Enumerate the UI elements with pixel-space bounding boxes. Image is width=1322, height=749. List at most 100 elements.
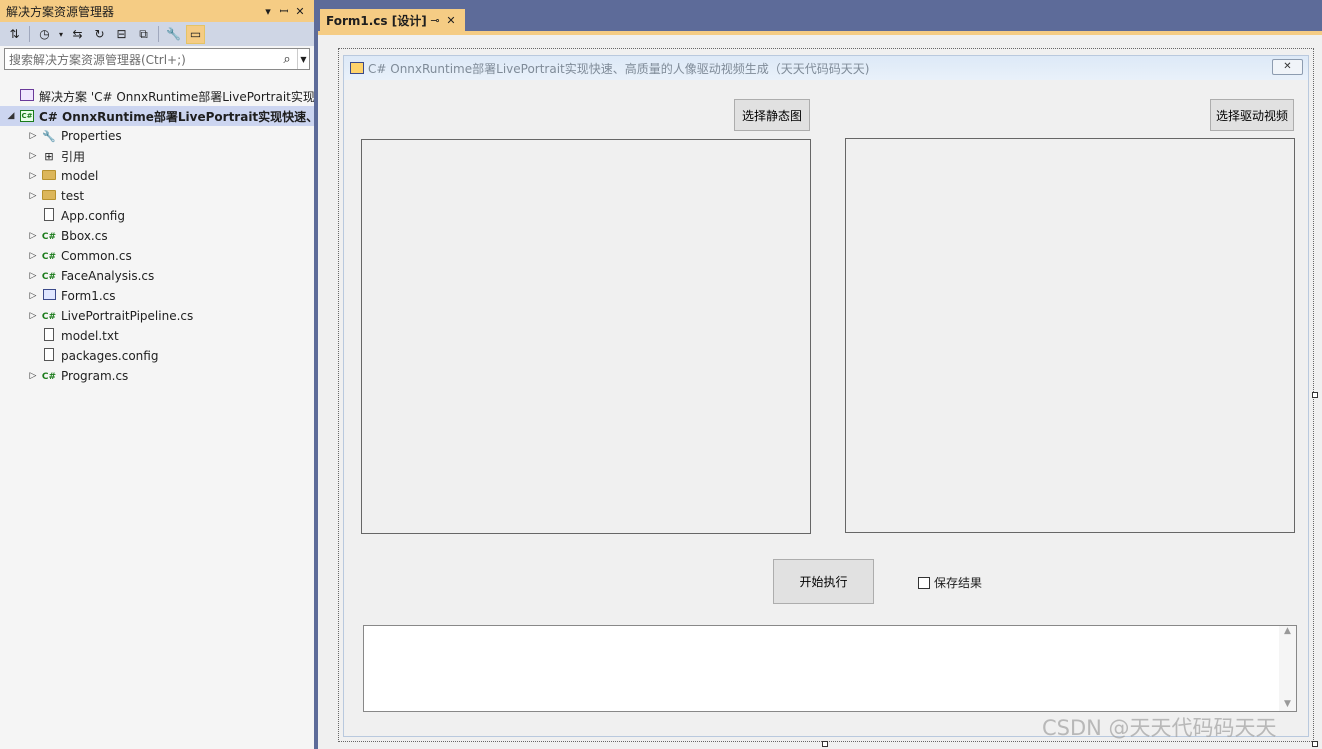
csharp-file-icon: C#: [41, 231, 57, 242]
properties-wrench-icon[interactable]: 🔧: [164, 25, 183, 44]
tree-item-label: 引用: [61, 149, 86, 164]
watermark: CSDN @天天代码码天天: [1042, 716, 1277, 740]
tree-item[interactable]: ▷ C# LivePortraitPipeline.cs: [0, 306, 314, 326]
tree-solution-label: 解决方案 'C# OnnxRuntime部署LivePortrait实现快: [39, 89, 314, 104]
tree-item-label: App.config: [61, 209, 125, 223]
run-button[interactable]: 开始执行: [773, 559, 874, 604]
dropdown-arrow-icon[interactable]: ▾: [57, 25, 65, 44]
solution-explorer-toolbar: ⇅ ◷ ▾ ⇆ ↻ ⊟ ⧉ 🔧 ▭: [0, 22, 314, 46]
auto-hide-pin-icon[interactable]: ꟷ: [276, 4, 292, 19]
tree-item[interactable]: model.txt: [0, 326, 314, 346]
save-result-checkbox[interactable]: 保存结果: [918, 574, 982, 591]
driving-video-picturebox[interactable]: [845, 138, 1295, 533]
tree-item-label: FaceAnalysis.cs: [61, 269, 155, 283]
tree-item-label: Form1.cs: [61, 289, 116, 303]
tree-item-label: Common.cs: [61, 249, 132, 263]
preview-selected-icon[interactable]: ▭: [186, 24, 205, 44]
tree-item-label: model.txt: [61, 329, 119, 343]
csharp-file-icon: C#: [41, 271, 57, 282]
expand-arrow-icon[interactable]: ▷: [26, 271, 40, 281]
form-file-icon: [40, 289, 58, 303]
tree-item[interactable]: ▷ 🔧 Properties: [0, 126, 314, 146]
tree-item[interactable]: ▷ C# Common.cs: [0, 246, 314, 266]
csharp-file-icon: C#: [41, 371, 57, 382]
close-icon[interactable]: ✕: [292, 5, 308, 18]
pane-menu-icon[interactable]: ▾: [260, 5, 276, 18]
checkbox-label: 保存结果: [934, 576, 983, 590]
search-icon[interactable]: ⌕: [277, 52, 297, 67]
expand-arrow-icon[interactable]: ▷: [26, 311, 40, 321]
tree-item[interactable]: ▷ C# Bbox.cs: [0, 226, 314, 246]
resize-handle-bottom[interactable]: [822, 741, 828, 747]
expand-arrow-icon[interactable]: ▷: [26, 151, 40, 161]
resize-handle-corner[interactable]: [1312, 741, 1318, 747]
form-title-bar: C# OnnxRuntime部署LivePortrait实现快速、高质量的人像驱…: [344, 56, 1308, 80]
tree-project-node[interactable]: ◢ C# C# OnnxRuntime部署LivePortrait实现快速、: [0, 106, 314, 126]
tree-item[interactable]: packages.config: [0, 346, 314, 366]
expand-arrow-icon[interactable]: ▷: [26, 231, 40, 241]
tree-item[interactable]: ▷ C# Program.cs: [0, 366, 314, 386]
search-options-dropdown-icon[interactable]: ▼: [297, 49, 309, 69]
project-items: ▷ 🔧 Properties ▷ ⊞ 引用 ▷ model ▷ test App.config ▷ C#…: [0, 126, 314, 386]
switch-views-icon[interactable]: ⇅: [5, 25, 24, 44]
checkbox-box[interactable]: [918, 576, 930, 589]
tree-item-label: Program.cs: [61, 369, 129, 383]
solution-explorer-search[interactable]: 搜索解决方案资源管理器(Ctrl+;) ⌕ ▼: [4, 48, 310, 70]
tree-project-label: C# OnnxRuntime部署LivePortrait实现快速、: [39, 109, 314, 124]
config-file-icon: [40, 208, 58, 224]
expand-arrow-icon[interactable]: ▷: [26, 371, 40, 381]
expand-arrow-icon[interactable]: ▷: [26, 251, 40, 261]
tree-item-label: packages.config: [61, 349, 159, 363]
solution-explorer-title: 解决方案资源管理器: [6, 4, 115, 19]
text-file-icon: [40, 328, 58, 344]
form-title: C# OnnxRuntime部署LivePortrait实现快速、高质量的人像驱…: [368, 61, 870, 76]
form-app-icon: [350, 62, 364, 74]
tab-form1-designer[interactable]: Form1.cs [设计] ⊸ ✕: [320, 9, 465, 31]
csharp-project-icon: C#: [20, 110, 34, 122]
tab-label: Form1.cs [设计]: [326, 13, 427, 28]
tree-item-label: Properties: [61, 129, 122, 143]
resize-handle-right[interactable]: [1312, 392, 1318, 398]
solution-explorer-header: 解决方案资源管理器 ▾ ꟷ ✕: [0, 0, 314, 22]
tree-item[interactable]: ▷ model: [0, 166, 314, 186]
scroll-up-icon[interactable]: ▲: [1279, 626, 1296, 636]
show-all-files-icon[interactable]: ⧉: [134, 25, 153, 44]
tree-solution-node[interactable]: 解决方案 'C# OnnxRuntime部署LivePortrait实现快: [0, 86, 314, 106]
solution-icon: [18, 88, 36, 104]
expand-arrow-icon[interactable]: ▷: [26, 171, 40, 181]
collapse-all-icon[interactable]: ⊟: [112, 25, 131, 44]
tree-item-label: model: [61, 169, 99, 183]
references-icon: ⊞: [44, 149, 54, 163]
select-image-button[interactable]: 选择静态图: [734, 99, 810, 131]
select-video-button[interactable]: 选择驱动视频: [1210, 99, 1294, 131]
solution-tree: 解决方案 'C# OnnxRuntime部署LivePortrait实现快 ◢ …: [0, 86, 314, 386]
output-textbox[interactable]: ▲ ▼: [363, 625, 1297, 712]
pending-changes-icon[interactable]: ◷: [35, 25, 54, 44]
expand-arrow-icon[interactable]: ▷: [26, 291, 40, 301]
tree-item[interactable]: ▷ ⊞ 引用: [0, 146, 314, 166]
close-tab-icon[interactable]: ✕: [443, 14, 459, 27]
expand-arrow-icon[interactable]: ▷: [26, 191, 40, 201]
tree-item[interactable]: ▷ test: [0, 186, 314, 206]
tree-item[interactable]: App.config: [0, 206, 314, 226]
scroll-down-icon[interactable]: ▼: [1279, 699, 1296, 709]
tree-item-label: LivePortraitPipeline.cs: [61, 309, 194, 323]
tree-item-label: Bbox.cs: [61, 229, 108, 243]
search-input[interactable]: 搜索解决方案资源管理器(Ctrl+;): [5, 51, 277, 68]
source-image-picturebox[interactable]: [361, 139, 811, 534]
toolbar-separator: [29, 26, 30, 42]
csharp-file-icon: C#: [41, 311, 57, 322]
pin-tab-icon[interactable]: ⊸: [427, 14, 443, 27]
folder-icon: [40, 169, 58, 183]
csharp-file-icon: C#: [41, 251, 57, 262]
refresh-icon[interactable]: ↻: [90, 25, 109, 44]
vertical-scrollbar[interactable]: ▲ ▼: [1279, 626, 1296, 711]
config-file-icon: [40, 348, 58, 364]
wrench-icon: 🔧: [42, 129, 56, 143]
sync-icon[interactable]: ⇆: [68, 25, 87, 44]
collapse-arrow-icon[interactable]: ◢: [4, 111, 18, 121]
expand-arrow-icon[interactable]: ▷: [26, 131, 40, 141]
form-close-button[interactable]: ✕: [1272, 59, 1303, 75]
tree-item[interactable]: ▷ Form1.cs: [0, 286, 314, 306]
tree-item[interactable]: ▷ C# FaceAnalysis.cs: [0, 266, 314, 286]
